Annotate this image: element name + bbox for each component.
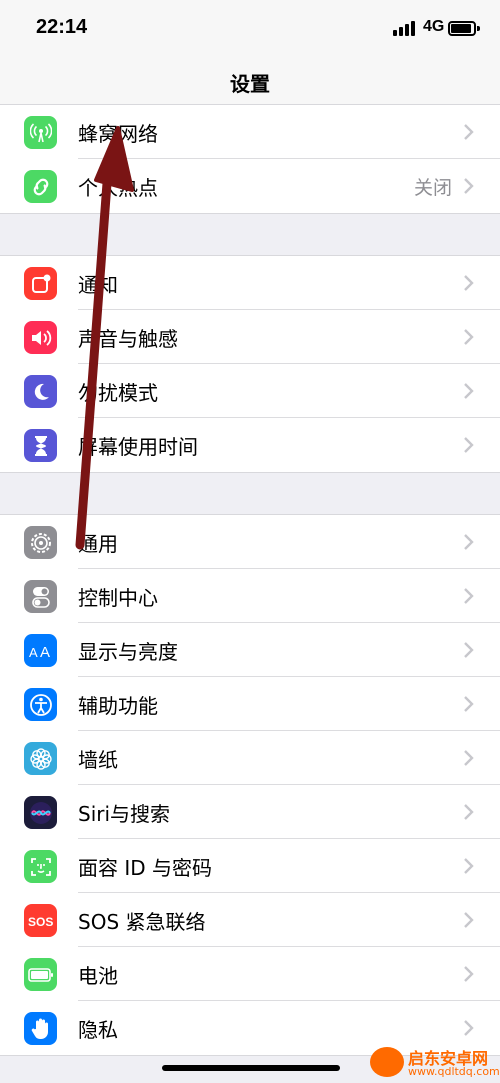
watermark-url: www.qdltdq.com: [408, 1065, 500, 1078]
gear-icon: [24, 526, 57, 559]
row-label: 电池: [78, 964, 118, 988]
row-label: 面容 ID 与密码: [78, 856, 213, 880]
chevron-right-icon: [464, 858, 474, 874]
settings-row-wallpaper[interactable]: 墙纸: [0, 731, 500, 785]
network-type: 4G: [423, 18, 445, 35]
settings-row-battery[interactable]: 电池: [0, 947, 500, 1001]
svg-text:A: A: [40, 644, 50, 661]
chevron-right-icon: [464, 275, 474, 291]
row-label: Siri与搜索: [78, 802, 171, 826]
chevron-right-icon: [464, 1020, 474, 1036]
settings-row-sounds[interactable]: 声音与触感: [0, 310, 500, 364]
row-label: 显示与亮度: [78, 640, 178, 664]
chevron-right-icon: [464, 912, 474, 928]
watermark-logo-icon: [370, 1047, 404, 1077]
chevron-right-icon: [464, 178, 474, 194]
settings-row-hotspot[interactable]: 个人热点 关闭: [0, 159, 500, 213]
hand-icon: [24, 1012, 57, 1045]
text-size-icon: AA: [24, 634, 57, 667]
settings-row-notifications[interactable]: 通知: [0, 256, 500, 310]
settings-row-siri[interactable]: Siri与搜索: [0, 785, 500, 839]
settings-row-display[interactable]: AA 显示与亮度: [0, 623, 500, 677]
settings-row-do-not-disturb[interactable]: 勿扰模式: [0, 364, 500, 418]
battery-icon: [24, 958, 57, 991]
chevron-right-icon: [464, 329, 474, 345]
settings-row-emergency-sos[interactable]: SOS SOS 紧急联络: [0, 893, 500, 947]
settings-row-general[interactable]: 通用: [0, 515, 500, 569]
row-label: 蜂窝网络: [78, 122, 158, 146]
chevron-right-icon: [464, 124, 474, 140]
row-label: 通知: [78, 273, 118, 297]
notification-icon: [24, 267, 57, 300]
chevron-right-icon: [464, 437, 474, 453]
navigation-bar: 设置: [0, 56, 500, 106]
face-id-icon: [24, 850, 57, 883]
page-title: 设置: [230, 72, 270, 96]
row-label: 屏幕使用时间: [78, 435, 198, 459]
speaker-icon: [24, 321, 57, 354]
toggles-icon: [24, 580, 57, 613]
hotspot-icon: [24, 170, 57, 203]
moon-icon: [24, 375, 57, 408]
row-label: 勿扰模式: [78, 381, 158, 405]
siri-icon: [24, 796, 57, 829]
flower-icon: [24, 742, 57, 775]
row-label: 辅助功能: [78, 694, 158, 718]
settings-row-screen-time[interactable]: 屏幕使用时间: [0, 418, 500, 472]
row-label: SOS 紧急联络: [78, 910, 206, 934]
row-label: 声音与触感: [78, 327, 178, 351]
row-label: 隐私: [78, 1018, 118, 1042]
clock: 22:14: [36, 16, 88, 38]
chevron-right-icon: [464, 696, 474, 712]
hourglass-icon: [24, 429, 57, 462]
settings-group-notifications: 通知 声音与触感 勿扰模式 屏幕使用时间: [0, 255, 500, 473]
chevron-right-icon: [464, 804, 474, 820]
svg-text:SOS: SOS: [28, 915, 53, 929]
settings-row-cellular[interactable]: 蜂窝网络: [0, 105, 500, 159]
chevron-right-icon: [464, 966, 474, 982]
row-label: 通用: [78, 532, 118, 556]
svg-text:A: A: [29, 645, 38, 660]
sos-icon: SOS: [24, 904, 57, 937]
chevron-right-icon: [464, 534, 474, 550]
home-indicator[interactable]: [162, 1065, 340, 1071]
row-label: 个人热点: [78, 176, 158, 200]
watermark: 启东安卓网 www.qdltdq.com: [370, 1043, 500, 1081]
cellular-signal-icon: [393, 20, 419, 36]
hotspot-status: 关闭: [413, 177, 452, 199]
settings-row-face-id[interactable]: 面容 ID 与密码: [0, 839, 500, 893]
antenna-icon: [24, 116, 57, 149]
settings-group-network: 蜂窝网络 个人热点 关闭: [0, 104, 500, 214]
settings-group-general: 通用 控制中心 AA 显示与亮度 辅助功能 墙纸 Siri与搜索 面容 ID 与…: [0, 514, 500, 1056]
chevron-right-icon: [464, 642, 474, 658]
battery-status-icon: [448, 21, 480, 36]
settings-row-accessibility[interactable]: 辅助功能: [0, 677, 500, 731]
row-label: 控制中心: [78, 586, 158, 610]
settings-row-control-center[interactable]: 控制中心: [0, 569, 500, 623]
row-label: 墙纸: [78, 748, 118, 772]
chevron-right-icon: [464, 588, 474, 604]
chevron-right-icon: [464, 383, 474, 399]
accessibility-icon: [24, 688, 57, 721]
chevron-right-icon: [464, 750, 474, 766]
status-bar: 22:14 4G: [0, 0, 500, 56]
